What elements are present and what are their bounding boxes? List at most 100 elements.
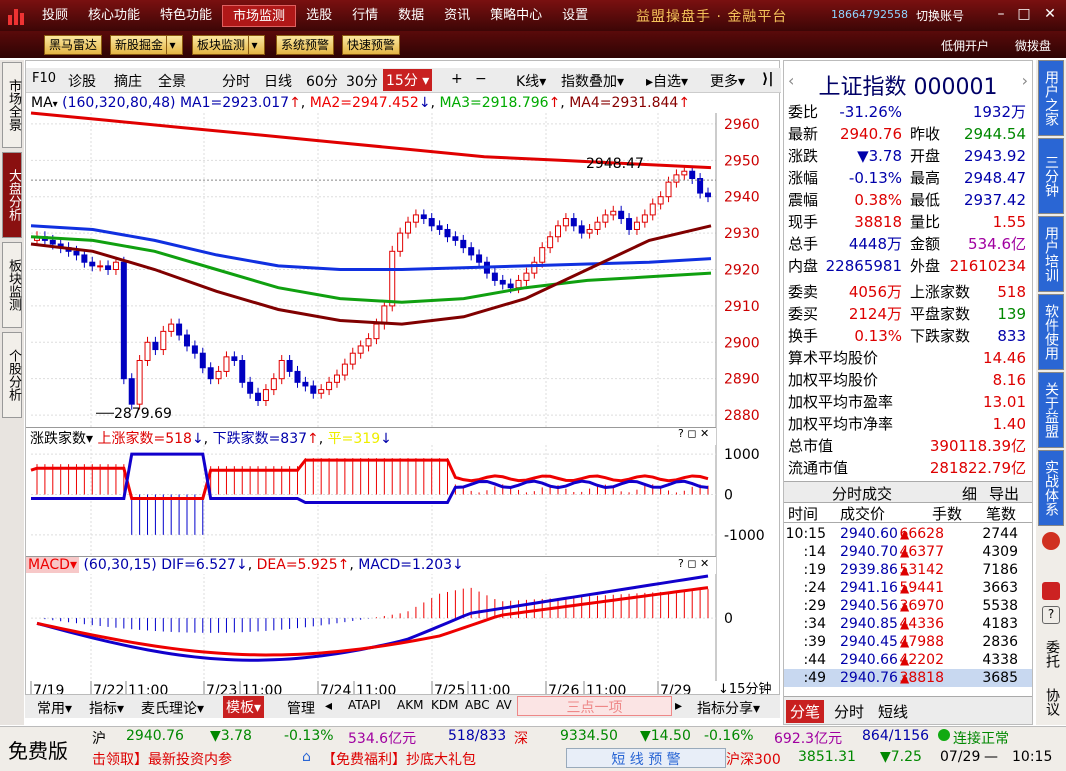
candle-body <box>278 359 285 380</box>
hs300-index[interactable]: 沪深300 <box>726 749 781 769</box>
tab-about[interactable]: 关于益盟 <box>1038 372 1064 448</box>
prev-stock-icon[interactable]: ‹ <box>788 71 794 90</box>
sector-monitor-button[interactable]: 板块监测 ▾ <box>192 35 266 55</box>
maximize-icon[interactable]: □ <box>1016 6 1032 22</box>
tab-user-training[interactable]: 用户培训 <box>1038 216 1064 292</box>
menu-item[interactable]: 行情 <box>342 5 388 27</box>
trade-row[interactable]: :14 2940.70 ▲ 46377 4309 <box>784 543 1032 561</box>
candle-body <box>81 254 88 263</box>
menu-item[interactable]: 资讯 <box>434 5 480 27</box>
tab-indicators[interactable]: 指标▾ <box>89 698 124 718</box>
system-alert-button[interactable]: 系统预警 <box>276 35 335 55</box>
home-icon[interactable]: ⌂ <box>302 749 311 765</box>
tab-shortline[interactable]: 短线 <box>878 701 908 722</box>
menu-item[interactable]: 数据 <box>388 5 434 27</box>
tab-user-home[interactable]: 用户之家 <box>1038 60 1064 136</box>
candle-body <box>681 170 688 176</box>
switch-account-link[interactable]: 切换账号 <box>916 7 964 24</box>
menu-item[interactable]: 核心功能 <box>78 5 150 27</box>
dark-horse-radar-button[interactable]: 黑马雷达 <box>44 35 103 55</box>
tab-mai-theory[interactable]: 麦氏理论▾ <box>141 698 204 718</box>
sh-index[interactable]: 沪 <box>92 728 106 748</box>
tab-akm[interactable]: AKM <box>397 698 423 712</box>
info-icon[interactable]: ? <box>1042 606 1060 624</box>
tab-timeshare[interactable]: 分时 <box>834 701 864 722</box>
candle-body <box>255 392 262 402</box>
panel-controls-icon[interactable]: ? ◻ ✕ <box>678 427 709 440</box>
lock-icon[interactable] <box>1042 582 1060 600</box>
account-phone: 18664792558 <box>831 8 908 21</box>
tab-manage[interactable]: 管理 <box>287 698 315 718</box>
indicator-share-button[interactable]: 指标分享▾ <box>697 698 760 718</box>
tab-abc[interactable]: ABC <box>465 698 490 712</box>
chevron-down-icon[interactable]: ▾ <box>248 36 260 54</box>
tab-order[interactable]: 委托 <box>1038 632 1064 676</box>
trade-row[interactable]: :49 2940.76 ▲ 38818 3685 <box>784 669 1032 687</box>
menu-item[interactable]: 选股 <box>296 5 342 27</box>
trade-row[interactable]: :24 2941.16 ▲ 59441 3663 <box>784 579 1032 597</box>
short-line-alert-button[interactable]: 短 线 预 警 <box>566 748 726 768</box>
tab-template[interactable]: 模板▾ <box>223 696 265 718</box>
trade-row[interactable]: 10:15 2940.60 ▲ 66628 2744 <box>784 525 1032 543</box>
quick-alert-button[interactable]: 快速预警 <box>342 35 401 55</box>
tab-kdm[interactable]: KDM <box>431 698 458 712</box>
tab-stock-analysis[interactable]: 个股分析 <box>2 332 22 418</box>
candle-body <box>586 228 593 234</box>
breadth-menu[interactable]: 涨跌家数 <box>26 431 86 447</box>
next-stock-icon[interactable]: › <box>1022 71 1028 90</box>
menu-item[interactable]: 市场监测 <box>222 4 297 27</box>
trade-row[interactable]: :44 2940.66 ▲ 42202 4338 <box>784 651 1032 669</box>
chevron-down-icon[interactable]: ▾ <box>166 36 178 54</box>
fire-icon[interactable] <box>1042 532 1060 550</box>
macd-tick-label: 0 <box>724 611 733 627</box>
right-side-tabs: 用户之家 三分钟 用户培训 软件使用 关于益盟 实战体系 ? 委托 协议 <box>1036 60 1066 725</box>
candle-body <box>476 254 483 263</box>
trade-row[interactable]: :19 2939.86 ▲ 53142 7186 <box>784 561 1032 579</box>
status-ticker: 免费版 沪 2940.76 ▼3.78 -0.13% 534.6亿元 518/8… <box>0 726 1066 771</box>
kline-chart[interactable]: 2960 2950 2940 2930 2920 2910 2900 2890 2880 2948… <box>26 61 781 701</box>
candle-body <box>460 239 467 249</box>
candle-body <box>215 370 222 380</box>
news-link-1[interactable]: 击领取】最新投资内参 <box>92 749 232 769</box>
macd-menu[interactable]: MACD▾ <box>26 557 79 573</box>
candle-body <box>633 221 640 230</box>
tab-market-analysis[interactable]: 大盘分析 <box>2 152 22 238</box>
micro-dial-link[interactable]: 微拨盘 <box>1015 37 1051 54</box>
minimize-icon[interactable]: – <box>993 6 1009 22</box>
sz-index[interactable]: 深 <box>514 728 528 748</box>
menu-item[interactable]: 策略中心 <box>480 5 552 27</box>
low-commission-account-link[interactable]: 低佣开户 <box>941 37 989 54</box>
tab-practice-system[interactable]: 实战体系 <box>1038 450 1064 526</box>
tab-atapi[interactable]: ATAPI <box>348 698 381 712</box>
close-icon[interactable]: ✕ <box>1042 6 1058 22</box>
menu-item[interactable]: 投顾 <box>32 5 78 27</box>
tab-common[interactable]: 常用▾ <box>37 698 72 718</box>
quote-row: 涨跌 ▼3.78 开盘 2943.92 <box>788 147 1026 165</box>
tab-tick[interactable]: 分笔 <box>786 700 825 723</box>
menu-item[interactable]: 特色功能 <box>150 5 222 27</box>
tab-software-usage[interactable]: 软件使用 <box>1038 294 1064 370</box>
price-tick-label: 2920 <box>724 263 760 279</box>
candle-body <box>428 218 435 227</box>
three-point-banner[interactable]: 三点一项 <box>517 696 672 716</box>
candle-body <box>468 247 475 256</box>
ma4-line <box>30 224 712 326</box>
tab-sector-monitor[interactable]: 板块监测 <box>2 242 22 328</box>
panel-controls-icon[interactable]: ? ◻ ✕ <box>678 557 709 570</box>
tab-market-overview[interactable]: 市场全景 <box>2 62 22 148</box>
news-link-2[interactable]: 【免费福利】抄底大礼包 <box>322 749 476 769</box>
scroll-right-icon[interactable]: ▸ <box>675 698 682 714</box>
candle-body <box>618 210 625 220</box>
tab-protocol[interactable]: 协议 <box>1038 680 1064 724</box>
tab-three-minutes[interactable]: 三分钟 <box>1038 138 1064 214</box>
new-stock-button[interactable]: 新股掘金 ▾ <box>110 35 184 55</box>
trades-export-button[interactable]: 导出 <box>989 483 1019 504</box>
menu-item[interactable]: 设置 <box>552 5 598 27</box>
trade-row[interactable]: :34 2940.85 ▲ 44336 4183 <box>784 615 1032 633</box>
trade-row[interactable]: :29 2940.56 ▲ 36970 5538 <box>784 597 1032 615</box>
trades-detail-button[interactable]: 细 <box>962 483 977 504</box>
tab-av[interactable]: AV <box>496 698 512 712</box>
trade-row[interactable]: :39 2940.45 ▲ 47988 2836 <box>784 633 1032 651</box>
scroll-left-icon[interactable]: ◂ <box>325 698 332 714</box>
price-tick-label: 2960 <box>724 117 760 133</box>
